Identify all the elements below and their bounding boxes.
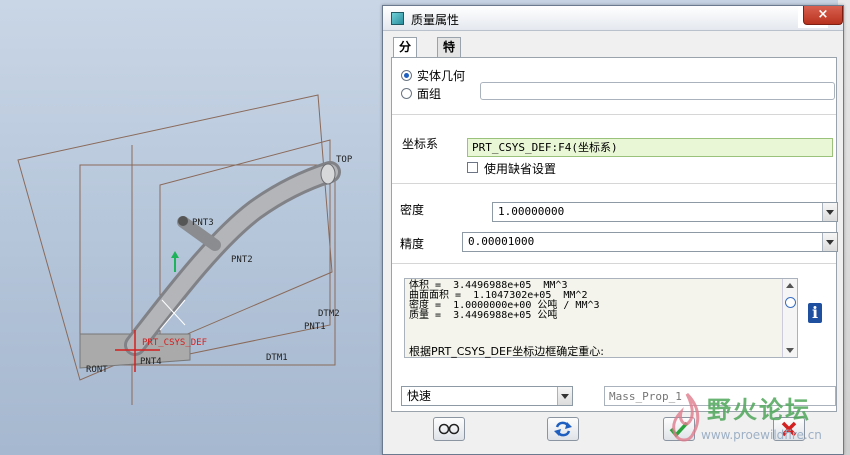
label-pnt1: PNT1 [304, 322, 326, 332]
close-icon: × [817, 7, 829, 22]
label-front: RONT [86, 365, 108, 375]
tab-analysis[interactable]: 分析 [393, 37, 418, 73]
label-dtm2: DTM2 [318, 309, 340, 319]
results-note: 根据PRT_CSYS_DEF坐标边框确定重心: [409, 345, 605, 358]
glasses-icon [438, 423, 460, 435]
tab-feature[interactable]: 特征 [437, 37, 462, 73]
chevron-down-icon[interactable] [557, 387, 572, 405]
green-arrow-head [171, 251, 179, 258]
radio-quilt[interactable] [401, 88, 412, 99]
accuracy-combo[interactable]: 0.00001000 [462, 232, 838, 252]
checkmark-icon [669, 421, 689, 438]
chevron-down-icon[interactable] [822, 203, 837, 221]
preview-button[interactable] [433, 417, 465, 441]
label-pnt2: PNT2 [231, 255, 253, 265]
repeat-button[interactable] [547, 417, 579, 441]
refresh-icon [554, 421, 572, 437]
csys-field[interactable]: PRT_CSYS_DEF:F4(坐标系) [467, 138, 833, 157]
separator [392, 263, 836, 264]
radio-solid-geometry[interactable] [401, 70, 412, 81]
label-pnt4: PNT4 [140, 357, 162, 367]
analysis-name-input[interactable] [604, 386, 836, 406]
use-default-label: 使用缺省设置 [484, 162, 557, 176]
branch-end-opening [178, 216, 188, 226]
scroll-thumb[interactable] [785, 297, 796, 308]
label-dtm1: DTM1 [266, 353, 288, 363]
radio-quilt-label: 面组 [417, 87, 442, 101]
analysis-panel: 实体几何 面组 坐标系 PRT_CSYS_DEF:F4(坐标系) 使用缺省设置 … [391, 57, 838, 412]
use-default-checkbox[interactable] [467, 162, 478, 173]
pipe-end-opening [320, 163, 336, 185]
label-pnt3: PNT3 [192, 218, 214, 228]
results-textbox[interactable]: 体积 = 3.4496988e+05 MM^3 曲面面积 = 1.1047302… [404, 278, 798, 358]
accuracy-value: 0.00001000 [468, 235, 535, 248]
results-values: 体积 = 3.4496988e+05 MM^3 曲面面积 = 1.1047302… [409, 280, 600, 321]
label-top: TOP [336, 155, 353, 165]
results-scrollbar[interactable] [782, 279, 797, 357]
dialog-titlebar[interactable]: 质量属性 × [383, 6, 843, 31]
ok-button[interactable] [663, 417, 695, 441]
separator [392, 114, 836, 115]
csys-label: 坐标系 [402, 137, 439, 151]
chevron-down-icon[interactable] [822, 233, 837, 251]
density-combo[interactable]: 1.00000000 [492, 202, 838, 222]
density-value: 1.00000000 [498, 205, 565, 218]
close-button[interactable]: × [803, 6, 843, 25]
cancel-button[interactable] [773, 417, 805, 441]
scroll-down-icon[interactable] [786, 348, 794, 353]
label-prt-csys: PRT_CSYS_DEF [142, 338, 207, 348]
graphics-viewport[interactable]: TOP PNT3 PNT2 DTM2 PNT1 PRT_CSYS_DEF PNT… [0, 0, 380, 455]
analysis-mode-value: 快速 [407, 389, 432, 403]
density-label: 密度 [400, 203, 425, 217]
mass-properties-dialog: 质量属性 × 分析 特征 实体几何 面组 坐标系 PRT_CSYS_DEF:F4… [382, 5, 844, 455]
model-canvas: TOP PNT3 PNT2 DTM2 PNT1 PRT_CSYS_DEF PNT… [17, 94, 353, 405]
dialog-app-icon [391, 12, 404, 25]
dialog-title: 质量属性 [411, 13, 460, 27]
info-icon[interactable]: i [808, 303, 822, 323]
scroll-up-icon[interactable] [786, 283, 794, 288]
separator [392, 183, 836, 184]
quilt-selection-field[interactable] [480, 82, 835, 100]
radio-solid-geometry-label: 实体几何 [417, 69, 466, 83]
cross-icon [781, 421, 797, 437]
accuracy-label: 精度 [400, 237, 425, 251]
analysis-mode-combo[interactable]: 快速 [401, 386, 573, 406]
